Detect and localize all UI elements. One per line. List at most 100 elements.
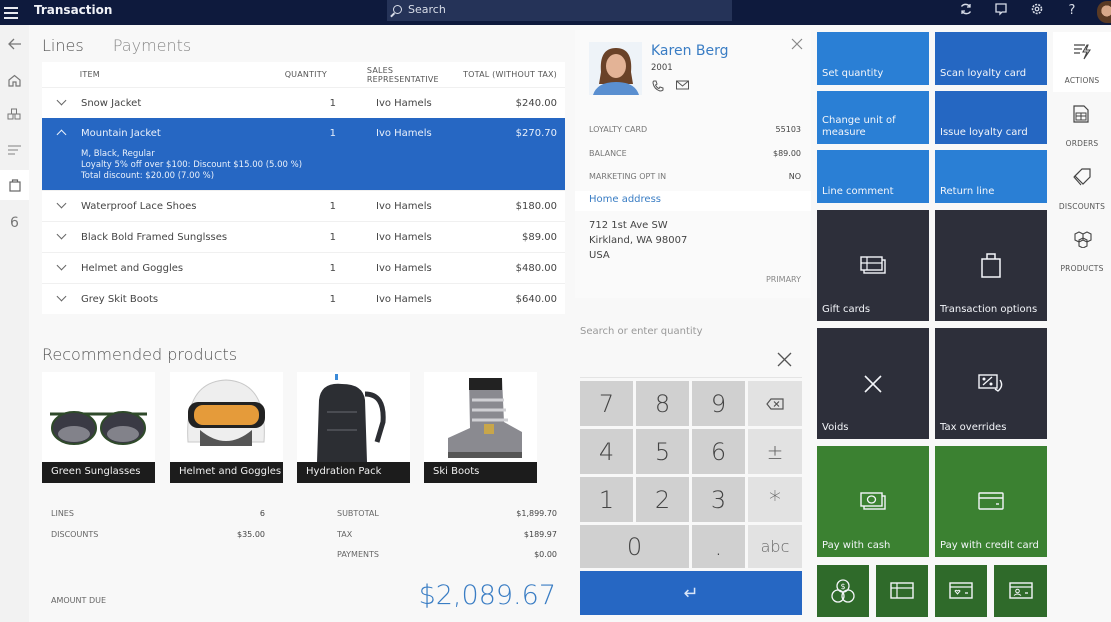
numpad-backspace-key[interactable] — [748, 381, 802, 426]
phone-icon[interactable] — [652, 80, 664, 92]
pay-with-customer-account-tile[interactable] — [994, 565, 1047, 617]
expand-chevron-icon[interactable] — [42, 229, 81, 243]
tab-lines[interactable]: Lines — [42, 36, 84, 55]
header-total[interactable]: TOTAL (WITHOUT TAX) — [439, 70, 565, 79]
return-line-tile[interactable]: Return line — [935, 150, 1047, 203]
line-item-name: Grey Skit Boots — [81, 293, 159, 305]
numpad-key-0[interactable]: 0 — [580, 525, 689, 568]
collapse-chevron-icon[interactable] — [42, 128, 81, 140]
set-quantity-tile[interactable]: Set quantity — [817, 32, 929, 85]
rail-actions[interactable]: ACTIONS — [1053, 32, 1111, 92]
change-unit-of-measure-tile[interactable]: Change unit of measure — [817, 91, 929, 144]
numpad-key-8[interactable]: 8 — [636, 381, 689, 426]
expand-chevron-icon[interactable] — [42, 291, 81, 305]
line-item-name: Snow Jacket — [81, 97, 142, 109]
line-row[interactable]: Helmet and Goggles 1 Ivo Hamels $480.00 — [42, 252, 565, 283]
numpad-multiply-key[interactable]: * — [748, 477, 802, 522]
rail-products[interactable]: PRODUCTS — [1053, 220, 1111, 280]
close-icon — [864, 375, 882, 393]
chat-icon[interactable] — [992, 2, 1010, 20]
line-total: $89.00 — [522, 231, 557, 243]
back-button[interactable] — [0, 29, 29, 59]
refresh-icon[interactable] — [957, 2, 975, 20]
rail-label: ACTIONS — [1064, 76, 1100, 85]
numpad-key-7[interactable]: 7 — [580, 381, 633, 426]
pay-with-gift-card-tile[interactable] — [876, 565, 928, 617]
pay-with-loyalty-card-tile[interactable] — [935, 565, 987, 617]
numpad-key-2[interactable]: 2 — [636, 477, 689, 522]
marketing-opt-in-value: NO — [788, 172, 801, 181]
pay-with-cash-tile[interactable]: Pay with cash — [817, 446, 929, 557]
pay-with-currency-tile[interactable]: $ — [817, 565, 869, 617]
home-button[interactable] — [0, 65, 29, 95]
loyalty-card-icon — [949, 582, 973, 599]
rail-orders[interactable]: ORDERS — [1053, 95, 1111, 155]
totals-subtotal-label: SUBTOTAL — [337, 509, 379, 518]
gift-cards-tile[interactable]: Gift cards — [817, 210, 929, 321]
line-row[interactable]: Grey Skit Boots 1 Ivo Hamels $640.00 — [42, 283, 565, 314]
home-address-link[interactable]: Home address — [575, 191, 811, 211]
line-row-selected[interactable]: Mountain Jacket 1 Ivo Hamels $270.70 M, … — [42, 118, 565, 190]
menu-nav-button[interactable] — [0, 135, 29, 165]
line-total: $240.00 — [515, 97, 557, 109]
line-row[interactable]: Snow Jacket 1 Ivo Hamels $240.00 — [42, 87, 565, 118]
recommended-product-card[interactable]: Hydration Pack — [297, 372, 410, 483]
rail-label: DISCOUNTS — [1058, 202, 1106, 211]
totals-payments-label: PAYMENTS — [337, 550, 379, 559]
rail-discounts[interactable]: DISCOUNTS — [1053, 158, 1111, 218]
tile-label: Gift cards — [822, 304, 871, 315]
totals-payments-value: $0.00 — [534, 550, 557, 559]
products-nav-button[interactable] — [0, 100, 29, 130]
expand-chevron-icon[interactable] — [42, 95, 81, 109]
expand-chevron-icon[interactable] — [42, 198, 81, 212]
close-icon[interactable] — [791, 38, 803, 50]
numpad-key-3[interactable]: 3 — [692, 477, 745, 522]
tax-overrides-tile[interactable]: Tax overrides — [935, 328, 1047, 439]
numpad-plus-minus-key[interactable]: ± — [748, 429, 802, 474]
cart-nav-button[interactable] — [0, 170, 29, 200]
recommended-product-card[interactable]: Helmet and Goggles — [170, 372, 283, 483]
user-avatar[interactable] — [1097, 1, 1111, 23]
recommended-product-card[interactable]: Ski Boots — [424, 372, 537, 483]
customer-name[interactable]: Karen Berg — [651, 43, 729, 59]
recommended-product-card[interactable]: Green Sunglasses — [42, 372, 155, 483]
line-row[interactable]: Waterproof Lace Shoes 1 Ivo Hamels $180.… — [42, 190, 565, 221]
header-item[interactable]: ITEM — [80, 70, 254, 79]
numpad-key-6[interactable]: 6 — [692, 429, 745, 474]
tile-label: Transaction options — [940, 304, 1038, 315]
line-sales-rep: Ivo Hamels — [376, 231, 432, 243]
numpad-abc-key[interactable]: abc — [748, 525, 802, 568]
currency-icon: $ — [831, 579, 855, 603]
address-line: USA — [589, 250, 610, 261]
voids-tile[interactable]: Voids — [817, 328, 929, 439]
pay-with-credit-card-tile[interactable]: Pay with credit card — [935, 446, 1047, 557]
search-input[interactable]: Search — [387, 0, 732, 21]
numpad-key-1[interactable]: 1 — [580, 477, 633, 522]
tile-label: Tax overrides — [940, 422, 1007, 433]
scan-loyalty-card-tile[interactable]: Scan loyalty card — [935, 32, 1047, 85]
quantity-search-input[interactable]: Search or enter quantity — [580, 322, 802, 378]
transaction-options-tile[interactable]: Transaction options — [935, 210, 1047, 321]
issue-loyalty-card-tile[interactable]: Issue loyalty card — [935, 91, 1047, 144]
cart-count: 6 — [0, 208, 29, 238]
help-icon[interactable]: ? — [1063, 2, 1081, 20]
hamburger-menu-icon[interactable] — [4, 4, 18, 20]
expand-chevron-icon[interactable] — [42, 260, 81, 274]
customer-account-number: 2001 — [651, 63, 673, 73]
numpad-key-9[interactable]: 9 — [692, 381, 745, 426]
header-sales-rep[interactable]: SALES REPRESENTATIVE — [327, 66, 439, 84]
tab-payments[interactable]: Payments — [113, 36, 191, 55]
clear-input-icon[interactable] — [777, 352, 792, 367]
numpad-decimal-key[interactable]: . — [692, 525, 745, 568]
email-icon[interactable] — [676, 80, 689, 90]
numpad-key-5[interactable]: 5 — [636, 429, 689, 474]
settings-icon[interactable] — [1028, 2, 1046, 20]
numpad-enter-key[interactable]: ↵ — [580, 571, 802, 615]
hydration-pack-image — [317, 374, 386, 462]
credit-card-icon — [978, 492, 1004, 510]
line-row[interactable]: Black Bold Framed Sunglsses 1 Ivo Hamels… — [42, 221, 565, 252]
line-total: $640.00 — [515, 293, 557, 305]
numpad-key-4[interactable]: 4 — [580, 429, 633, 474]
line-comment-tile[interactable]: Line comment — [817, 150, 929, 203]
header-quantity[interactable]: QUANTITY — [254, 70, 327, 79]
